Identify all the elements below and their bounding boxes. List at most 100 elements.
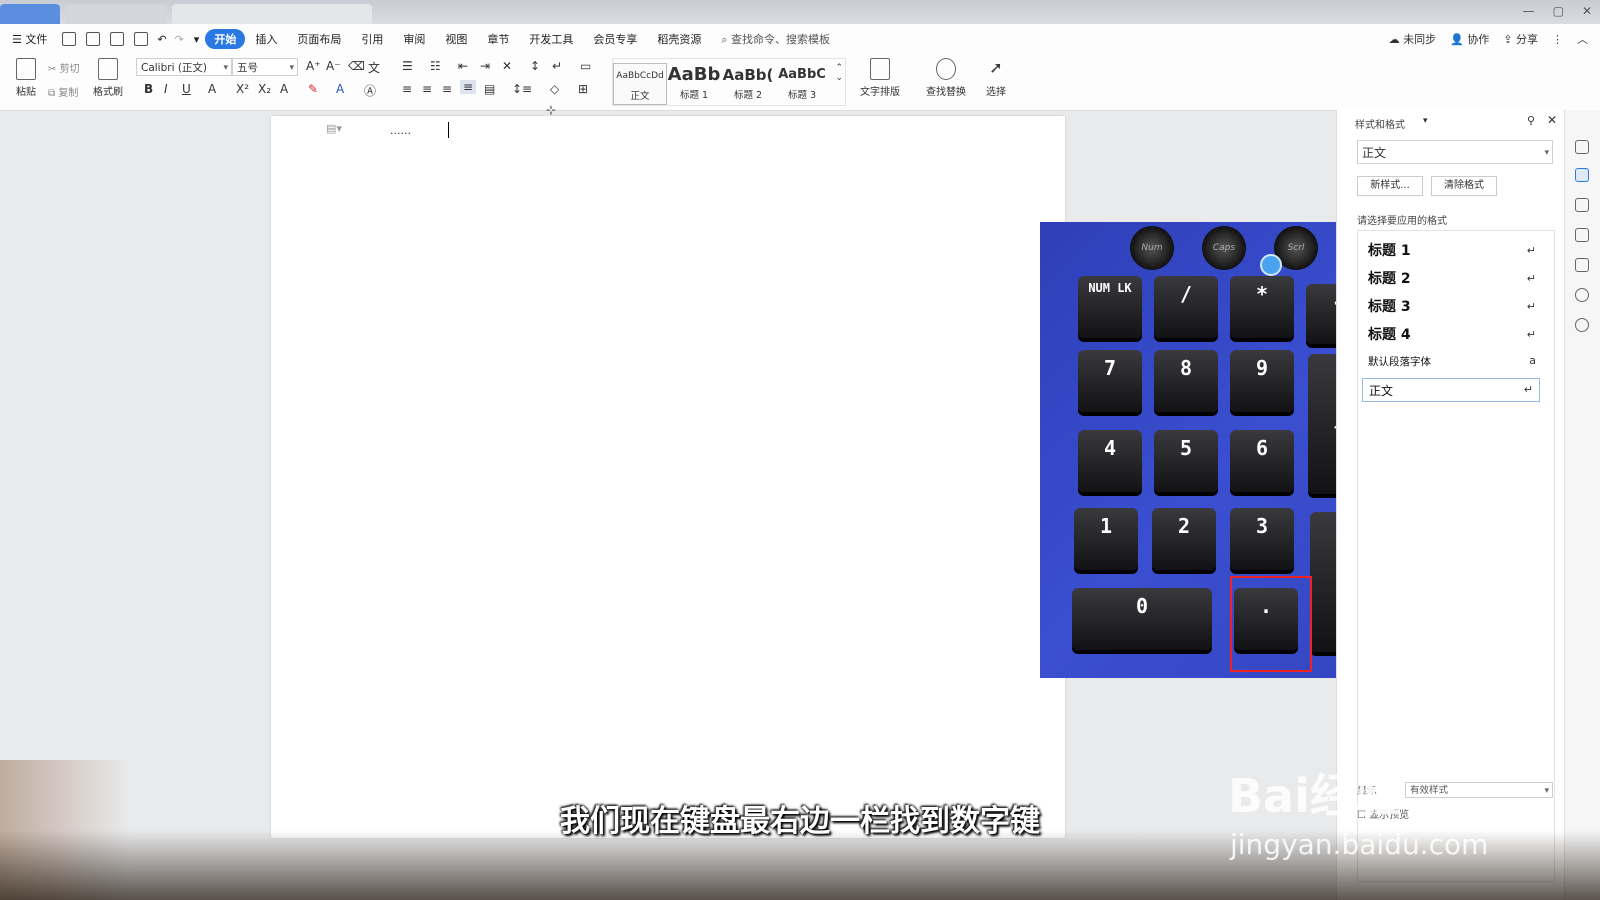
home-tab[interactable] <box>0 4 60 24</box>
tab-developer[interactable]: 开发工具 <box>519 31 583 47</box>
style-card-heading-1[interactable]: AaBb 标题 1 <box>667 63 721 105</box>
minimize-icon[interactable]: — <box>1523 4 1535 18</box>
app-tab[interactable] <box>66 4 166 24</box>
tab-member[interactable]: 会员专享 <box>583 31 647 47</box>
shading-icon[interactable]: ◇ <box>550 82 559 96</box>
find-replace-button[interactable]: 查找替换 <box>918 58 974 98</box>
collaborate-button[interactable]: 👤 协作 <box>1450 31 1489 47</box>
line-spacing-icon[interactable]: ↕≡ <box>512 82 532 96</box>
new-style-button[interactable]: 新样式... <box>1357 176 1423 196</box>
increase-indent-icon[interactable]: ⇥ <box>480 59 490 73</box>
pin-icon[interactable]: ⚲ <box>1527 114 1535 127</box>
edit-tool-icon[interactable] <box>1575 168 1589 182</box>
italic-icon[interactable]: I <box>164 82 168 96</box>
underline-icon[interactable]: U <box>182 82 191 96</box>
image-tool-icon[interactable] <box>1575 258 1589 272</box>
justify-icon[interactable]: ≡ <box>460 80 477 94</box>
document-tab[interactable] <box>172 4 372 24</box>
location-tool-icon[interactable] <box>1575 288 1589 302</box>
numbered-list-icon[interactable]: ☷ <box>430 59 441 73</box>
strikethrough-icon[interactable]: A <box>208 82 216 96</box>
file-menu[interactable]: ☰ 文件 <box>0 31 57 47</box>
borders-icon[interactable]: ⊞ <box>578 82 588 96</box>
file-menu-label: 文件 <box>25 33 48 46</box>
maximize-icon[interactable]: ▢ <box>1553 4 1564 18</box>
phonetic-icon[interactable]: 文 <box>368 59 380 76</box>
style-item-heading-4[interactable]: 标题 4 ↵ <box>1368 324 1536 350</box>
style-item-heading-1[interactable]: 标题 1 ↵ <box>1368 240 1536 266</box>
help-icon[interactable] <box>1575 318 1589 332</box>
copy-button[interactable]: ⧉ 复制 <box>48 84 78 99</box>
style-card-heading-3[interactable]: AaBbC 标题 3 <box>775 63 829 105</box>
format-painter-button[interactable]: 格式刷 <box>88 58 128 98</box>
align-right-icon[interactable]: ≡ <box>442 82 452 96</box>
tab-page-layout[interactable]: 页面布局 <box>287 31 351 47</box>
font-color-icon[interactable]: A <box>336 82 344 96</box>
table-tools-icon[interactable]: ▭ <box>580 59 591 73</box>
text-effect-icon[interactable]: A <box>280 82 288 96</box>
undo-icon[interactable]: ↶ <box>153 33 170 46</box>
tab-references[interactable]: 引用 <box>351 31 393 47</box>
current-style-select[interactable]: 正文 <box>1357 140 1553 165</box>
align-left-icon[interactable]: ≡ <box>402 82 412 96</box>
table-move-handle-icon[interactable]: ⊹ <box>546 103 556 117</box>
quick-access-dropdown-icon[interactable]: ▾ <box>188 33 206 46</box>
highlight-color-icon[interactable]: ✎ <box>308 82 318 96</box>
tab-view[interactable]: 视图 <box>435 31 477 47</box>
sync-button[interactable]: ☁ 未同步 <box>1389 31 1437 47</box>
cut-button[interactable]: ✂ 剪切 <box>48 60 80 75</box>
shrink-font-icon[interactable]: A⁻ <box>326 59 341 73</box>
clear-format-icon[interactable]: ⌫ <box>348 59 365 73</box>
style-card-normal[interactable]: AaBbCcDd 正文 <box>613 63 667 105</box>
export-icon[interactable] <box>86 32 101 46</box>
select-button[interactable]: ➚ 选择 <box>974 58 1018 98</box>
style-item-default-font[interactable]: 默认段落字体 a <box>1368 354 1536 380</box>
print-preview-icon[interactable] <box>134 32 149 46</box>
distributed-icon[interactable]: ▤ <box>484 82 495 96</box>
tab-review[interactable]: 审阅 <box>393 31 435 47</box>
panel-close-icon[interactable]: ✕ <box>1547 113 1557 127</box>
tab-insert[interactable]: 插入 <box>245 31 287 47</box>
style-item-body[interactable]: 正文 ↵ <box>1362 378 1540 402</box>
panel-title-dropdown-icon[interactable]: ▾ <box>1423 116 1428 126</box>
bold-icon[interactable]: B <box>144 82 153 96</box>
align-center-icon[interactable]: ≡ <box>422 82 432 96</box>
style-tool-icon[interactable] <box>1575 140 1589 154</box>
style-gallery-scroll-icon[interactable]: ⌃ ⌄ <box>835 63 843 83</box>
style-card-heading-2[interactable]: AaBb( 标题 2 <box>721 63 775 105</box>
redo-icon[interactable]: ↷ <box>171 33 188 46</box>
sort-icon[interactable]: ↕ <box>530 59 540 73</box>
paragraph-handle-icon[interactable]: ▤▾ <box>326 122 342 135</box>
more-icon[interactable]: ⋮ <box>1552 33 1563 46</box>
char-border-icon[interactable]: Ⓐ <box>364 82 376 99</box>
bullet-list-icon[interactable]: ☰ <box>402 59 413 73</box>
grow-font-icon[interactable]: A⁺ <box>306 59 321 73</box>
save-icon[interactable] <box>62 32 77 46</box>
document-page[interactable] <box>271 116 1065 838</box>
right-sidebar <box>1564 110 1600 900</box>
tab-docer[interactable]: 稻壳资源 <box>647 31 711 47</box>
subscript-icon[interactable]: X₂ <box>258 82 271 96</box>
paste-button[interactable]: 粘贴 <box>6 58 46 98</box>
decrease-indent-icon[interactable]: ⇤ <box>458 59 468 73</box>
collapse-ribbon-icon[interactable]: ︿ <box>1577 31 1588 47</box>
key-0: 0 <box>1072 588 1212 650</box>
tab-chapter[interactable]: 章节 <box>477 31 519 47</box>
style-item-heading-3[interactable]: 标题 3 ↵ <box>1368 296 1536 322</box>
font-family-select[interactable]: Calibri (正文) <box>136 58 232 77</box>
chinese-layout-icon[interactable]: ✕ <box>502 59 512 73</box>
clear-format-button[interactable]: 清除格式 <box>1431 176 1497 196</box>
text-layout-button[interactable]: 文字排版 <box>852 58 908 98</box>
key-9: 9 <box>1230 350 1294 412</box>
font-size-select[interactable]: 五号 <box>232 58 298 77</box>
style-item-heading-2[interactable]: 标题 2 ↵ <box>1368 268 1536 294</box>
select-tool-icon[interactable] <box>1575 198 1589 212</box>
settings-tool-icon[interactable] <box>1575 228 1589 242</box>
close-icon[interactable]: ✕ <box>1582 4 1592 18</box>
show-marks-icon[interactable]: ↵ <box>552 59 562 73</box>
print-icon[interactable] <box>110 32 125 46</box>
tab-start[interactable]: 开始 <box>205 29 246 49</box>
share-button[interactable]: ⇪ 分享 <box>1503 31 1538 47</box>
command-search[interactable]: ⌕ 查找命令、搜索模板 <box>711 31 840 47</box>
superscript-icon[interactable]: X² <box>236 82 249 96</box>
